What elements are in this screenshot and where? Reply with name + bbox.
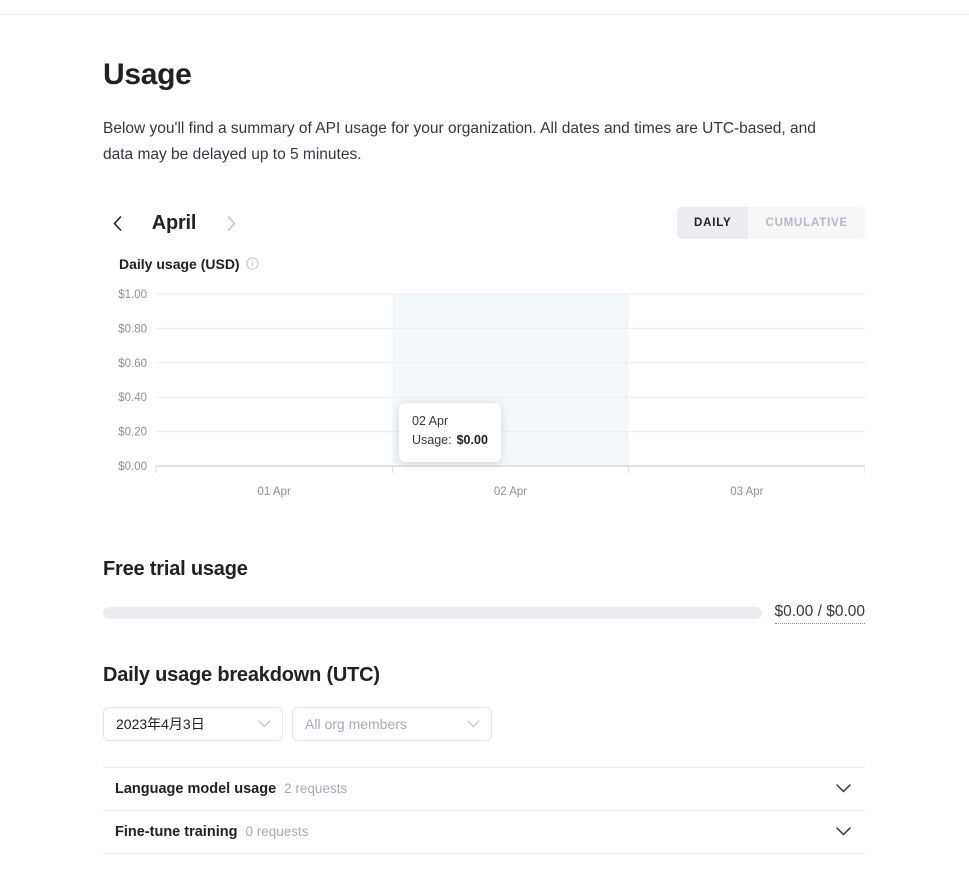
view-toggle-group: DAILY CUMULATIVE <box>677 206 865 239</box>
usage-breakdown-row-label: Fine-tune training <box>115 823 238 840</box>
info-circle-icon[interactable] <box>245 257 259 270</box>
usage-breakdown-row-count: 0 requests <box>245 824 309 840</box>
y-axis-tick-label: $0.20 <box>118 426 147 438</box>
date-select[interactable]: 2023年4月3日 <box>103 706 283 741</box>
breakdown-filters: 2023年4月3日 All org members <box>103 706 865 741</box>
next-month-button[interactable] <box>217 210 245 238</box>
chart-header: April DAILY CUMULATIVE <box>103 206 865 242</box>
x-axis-tick-label: 02 Apr <box>494 486 527 498</box>
usage-breakdown-row-label: Language model usage <box>115 780 277 797</box>
chevron-right-icon <box>227 216 235 232</box>
date-select-value: 2023年4月3日 <box>116 715 205 732</box>
usage-page: Usage Below you'll find a summary of API… <box>0 0 969 888</box>
previous-month-button[interactable] <box>103 210 131 238</box>
tooltip-usage-row: Usage: $0.00 <box>412 431 488 450</box>
tab-daily[interactable]: DAILY <box>677 206 749 239</box>
chevron-down-icon <box>467 720 480 728</box>
current-month-label: April <box>151 212 197 235</box>
y-axis-tick-label: $0.60 <box>118 358 147 370</box>
y-axis-tick-label: $0.00 <box>118 461 147 473</box>
chart-canvas: $1.00 $0.80 $0.60 $0.40 $0.20 $0.00 01 Apr 02 A… <box>118 289 865 498</box>
org-members-select-value: All org members <box>305 715 407 732</box>
free-trial-title: Free trial usage <box>103 557 248 580</box>
chart-title: Daily usage (USD) <box>119 255 240 272</box>
chevron-down-icon <box>258 720 271 728</box>
chevron-down-icon[interactable] <box>836 784 851 793</box>
free-trial-amount[interactable]: $0.00 / $0.00 <box>774 603 865 624</box>
free-trial-progress-bar <box>103 607 762 620</box>
page-title: Usage <box>103 58 192 91</box>
y-axis-tick-label: $0.80 <box>118 323 147 335</box>
x-axis-tick-label: 01 Apr <box>258 486 291 498</box>
breakdown-title: Daily usage breakdown (UTC) <box>103 663 380 686</box>
chevron-left-icon <box>113 216 121 232</box>
free-trial-row: $0.00 / $0.00 <box>103 603 865 624</box>
usage-breakdown-row[interactable]: Language model usage 2 requests <box>103 768 865 811</box>
tooltip-usage-value: $0.00 <box>456 433 488 448</box>
page-description: Below you'll find a summary of API usage… <box>103 119 816 164</box>
tooltip-usage-label: Usage: <box>412 433 452 448</box>
usage-breakdown-row-count: 2 requests <box>284 781 348 797</box>
daily-usage-chart[interactable]: $1.00 $0.80 $0.60 $0.40 $0.20 $0.00 01 Apr 02 A… <box>103 286 865 511</box>
tab-cumulative[interactable]: CUMULATIVE <box>748 207 865 239</box>
usage-breakdown-row[interactable]: Fine-tune training 0 requests <box>103 811 865 854</box>
x-axis-tick-label: 03 Apr <box>730 486 763 498</box>
chart-title-row: Daily usage (USD) <box>103 256 865 272</box>
org-members-select[interactable]: All org members <box>292 706 492 741</box>
month-navigator: April <box>103 210 245 238</box>
page-content: Usage Below you'll find a summary of API… <box>103 0 865 854</box>
chart-tooltip: 02 Apr Usage: $0.00 <box>399 402 501 462</box>
chevron-down-icon[interactable] <box>836 827 851 836</box>
y-axis-tick-label: $1.00 <box>118 289 147 301</box>
tooltip-date: 02 Apr <box>412 413 449 428</box>
y-axis-tick-label: $0.40 <box>118 392 147 404</box>
usage-breakdown-list: Language model usage 2 requests Fine-tune … <box>103 766 865 854</box>
